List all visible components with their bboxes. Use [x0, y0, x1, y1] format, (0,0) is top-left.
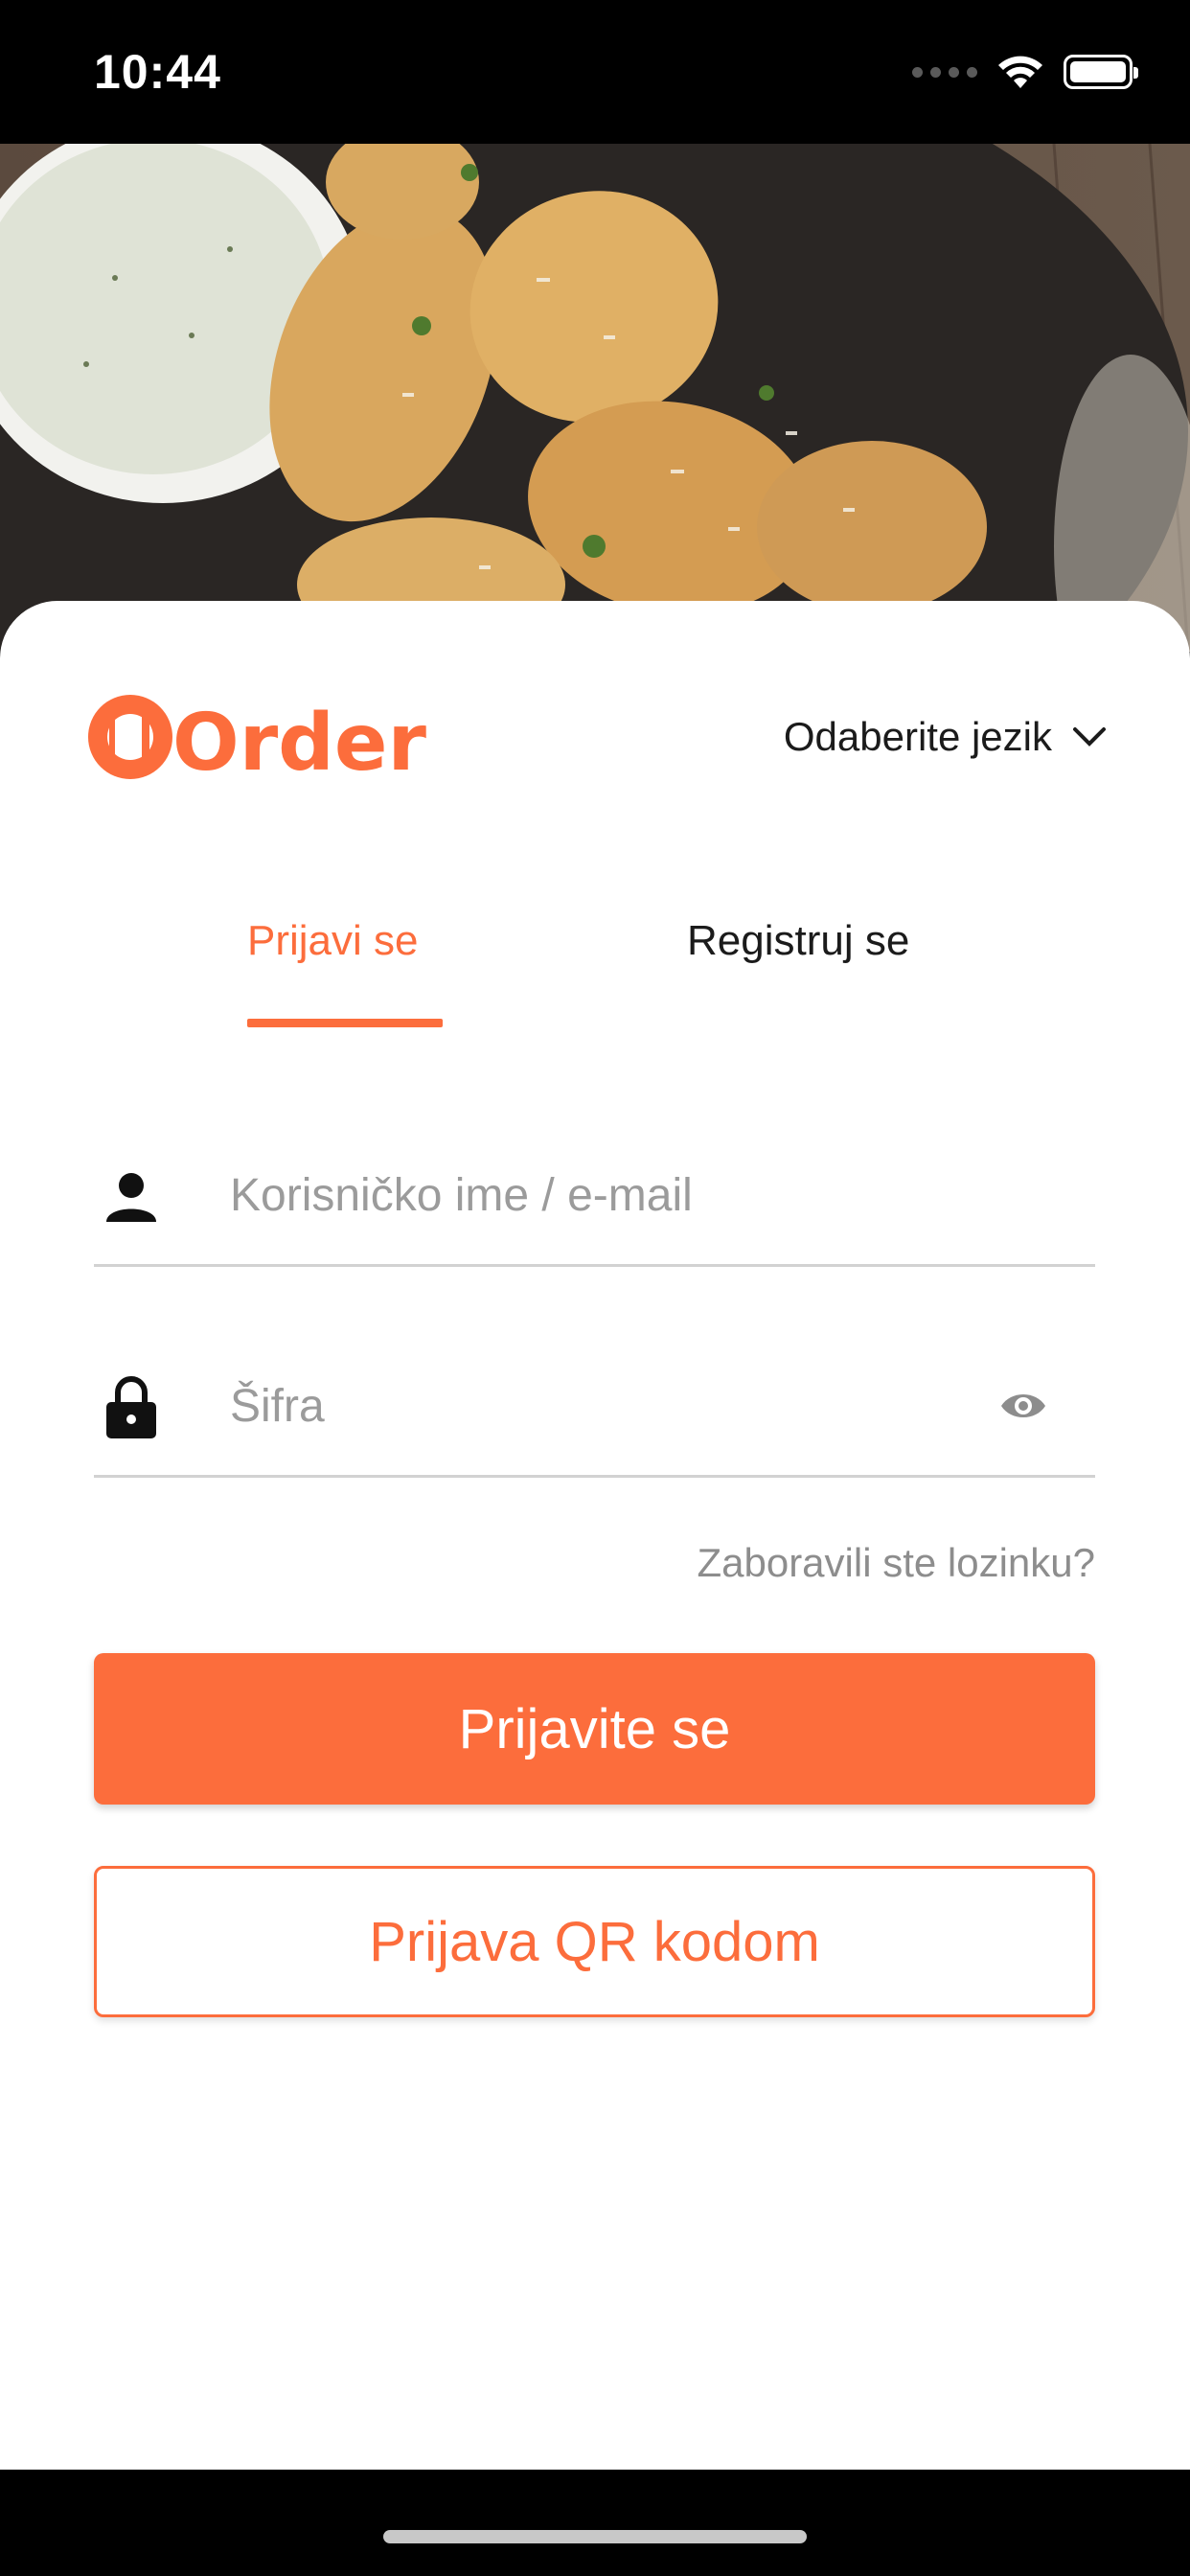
wifi-icon — [998, 56, 1042, 88]
tab-active-indicator — [247, 1019, 443, 1027]
tab-register[interactable]: Registruj se — [687, 917, 909, 965]
user-icon — [103, 1164, 159, 1230]
language-label: Odaberite jezik — [783, 714, 1052, 759]
qr-login-button[interactable]: Prijava QR kodom — [94, 1866, 1095, 2017]
home-indicator — [383, 2530, 807, 2543]
status-icons — [912, 54, 1138, 90]
auth-tabs: Prijavi se Registruj se — [0, 917, 1190, 1023]
login-button[interactable]: Prijavite se — [94, 1653, 1095, 1805]
username-field — [94, 1128, 1095, 1267]
password-input[interactable] — [230, 1368, 977, 1444]
login-card: Ordera Odaberite jezik Prijavi se Regist… — [0, 601, 1190, 2470]
status-bar: 10:44 — [0, 0, 1190, 144]
lock-icon — [103, 1375, 159, 1440]
food-photo-illustration — [0, 144, 1190, 652]
ordera-logo: Ordera — [84, 685, 479, 795]
tab-login[interactable]: Prijavi se — [247, 917, 419, 965]
logo-text: Ordera — [172, 698, 429, 789]
password-field — [94, 1339, 1095, 1478]
username-input[interactable] — [230, 1157, 977, 1233]
chevron-down-icon — [1073, 727, 1106, 747]
battery-icon — [1064, 55, 1138, 89]
ordera-logo-mark: Ordera — [88, 695, 479, 789]
language-selector[interactable]: Odaberite jezik — [784, 714, 1108, 760]
signal-dots-icon — [912, 66, 977, 78]
eye-icon[interactable] — [999, 1385, 1047, 1427]
hero-food-image — [0, 144, 1190, 652]
forgot-password-link[interactable]: Zaboravili ste lozinku? — [697, 1540, 1095, 1586]
status-time: 10:44 — [94, 45, 221, 99]
